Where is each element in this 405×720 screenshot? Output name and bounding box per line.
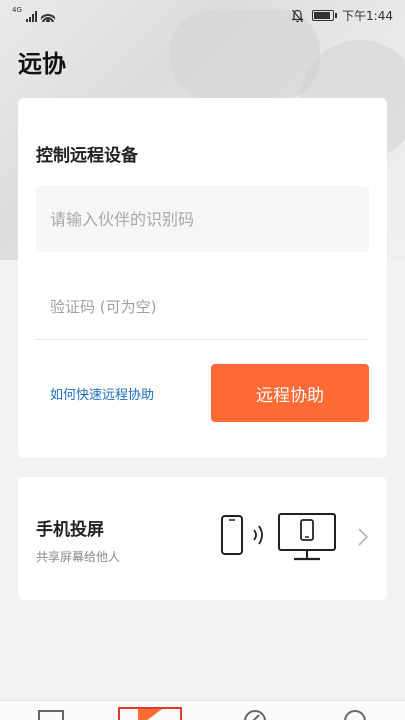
screen: 4G 下午1:44 远协 控制远程设备 如何快速远程协助 远程协 <box>0 0 405 720</box>
screen-cast-subtitle: 共享屏幕给他人 <box>36 550 121 564</box>
phone-to-monitor-cast-icon <box>221 513 336 561</box>
screen-cast-card[interactable]: 手机投屏 共享屏幕给他人 <box>18 477 387 600</box>
mute-bell-icon <box>291 9 304 22</box>
bottom-navigation <box>0 700 405 720</box>
compass-icon[interactable] <box>242 709 268 720</box>
page-title: 远协 <box>18 50 66 78</box>
partner-id-input[interactable] <box>36 186 369 252</box>
play-icon[interactable] <box>118 707 182 720</box>
help-link[interactable]: 如何快速远程协助 <box>50 384 154 403</box>
network-type-label: 4G <box>12 6 22 14</box>
verify-code-input[interactable] <box>36 274 369 340</box>
chevron-right-icon[interactable] <box>357 527 369 547</box>
screen-cast-title: 手机投屏 <box>36 520 104 540</box>
status-bar: 4G 下午1:44 <box>0 0 405 30</box>
wifi-icon <box>40 11 55 22</box>
status-time: 下午1:44 <box>342 9 393 23</box>
status-bar-right: 下午1:44 <box>291 7 393 24</box>
battery-icon <box>312 10 338 21</box>
signal-strength-icon <box>25 10 37 22</box>
profile-icon[interactable] <box>342 709 368 720</box>
remote-control-title: 控制远程设备 <box>36 146 138 166</box>
remote-assist-button[interactable]: 远程协助 <box>211 364 369 422</box>
status-bar-left: 4G <box>12 7 55 22</box>
remote-control-card: 控制远程设备 如何快速远程协助 远程协助 <box>18 98 387 458</box>
home-square-icon[interactable] <box>38 709 64 720</box>
